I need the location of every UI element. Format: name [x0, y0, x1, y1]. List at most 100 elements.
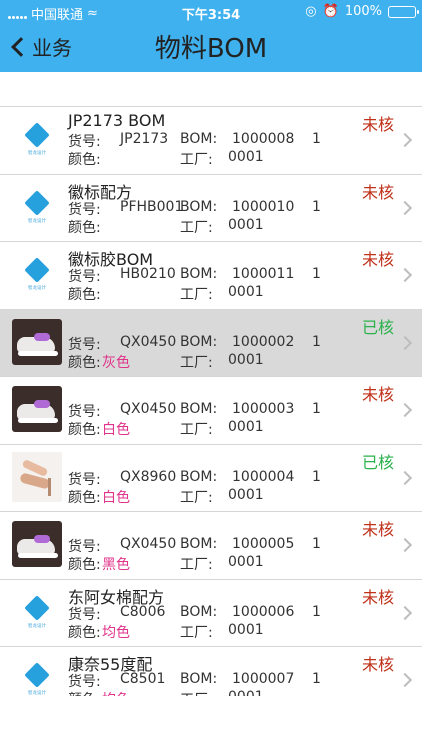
list-item[interactable]: 货号: QX0450 BOM: 1000005 1 颜色: 黑色 工厂: 0001 未核 [0, 512, 422, 580]
item-color-line: 颜色: 工厂: 0001 [68, 217, 368, 236]
item-color: 白色 [102, 489, 130, 506]
code-label: 货号: [68, 471, 101, 488]
item-bom: 1000011 [232, 266, 295, 282]
logo-caption: 智龙设计 [27, 622, 46, 629]
item-qty: 1 [312, 468, 321, 485]
status-badge: 未核 [361, 587, 394, 607]
item-qty: 1 [312, 536, 321, 552]
factory-label: 工厂: [180, 689, 213, 696]
code-label: 货号: [68, 336, 101, 353]
item-bom: 1000005 [232, 536, 295, 552]
page-title: 物料BOM [154, 34, 268, 64]
logo-icon: 智龙设计 [12, 653, 62, 696]
heel-photo [12, 451, 62, 503]
color-label: 颜色: [68, 557, 101, 573]
list-item[interactable]: 货号: QX0450 BOM: 1000002 1 颜色: 灰色 工厂: 0001 已核 [0, 309, 422, 377]
logo-caption: 智龙设计 [27, 690, 46, 696]
item-color: 均色 [102, 689, 130, 696]
item-code: QX0450 [120, 333, 177, 350]
chevron-right-icon [397, 470, 413, 485]
item-factory: 0001 [228, 689, 264, 696]
item-bom: 1000008 [232, 131, 295, 147]
item-color-line: 颜色: 白色 工厂: 0001 [68, 419, 368, 438]
list-item[interactable]: 智龙设计 徽标配方 货号: PFHB001 BOM: 1000010 1 颜色: 工厂: 0001… [0, 174, 422, 242]
color-label: 颜色: [68, 354, 101, 371]
list-item[interactable]: 智龙设计 东阿女棉配方 货号: C8006 BOM: 1000006 1 颜色: 均色 工厂: 00… [0, 579, 422, 647]
list-item[interactable]: 货号: QX8960 BOM: 1000004 1 颜色: 白色 工厂: 0001 已核 [0, 444, 422, 512]
item-code: HB0210 [120, 266, 176, 282]
item-color: 白色 [102, 422, 130, 438]
bom-list[interactable]: 智龙设计 JP2173 BOM 货号: JP2173 BOM: 1000008 1 颜色: 工厂… [0, 106, 422, 696]
sneaker-photo [12, 316, 62, 368]
item-code: PFHB001 [120, 198, 184, 215]
item-code-line: 货号: QX0450 BOM: 1000002 1 [68, 333, 368, 353]
status-badge: 已核 [361, 317, 394, 337]
item-factory: 0001 [228, 554, 264, 570]
bom-label: BOM: [180, 603, 218, 620]
factory-label: 工厂: [180, 287, 213, 303]
bom-label: BOM: [180, 401, 218, 417]
item-color-line: 颜色: 工厂: 0001 [68, 284, 368, 303]
list-item[interactable]: 智龙设计 JP2173 BOM 货号: JP2173 BOM: 1000008 1 颜色: 工厂… [0, 107, 422, 175]
code-label: 货号: [68, 674, 101, 690]
factory-label: 工厂: [180, 219, 213, 236]
factory-label: 工厂: [180, 152, 213, 168]
item-code-line: 货号: C8501 BOM: 1000007 1 [68, 671, 368, 690]
item-code: QX0450 [120, 536, 177, 552]
chevron-right-icon [397, 537, 413, 553]
chevron-right-icon [397, 335, 413, 350]
color-label: 颜色: [68, 624, 101, 641]
chevron-right-icon [397, 402, 413, 418]
chevron-right-icon [397, 200, 413, 215]
item-color-line: 颜色:均色 工厂: 0001 [68, 689, 368, 696]
bom-label: BOM: [180, 536, 218, 552]
item-color-line: 颜色: 白色 工厂: 0001 [68, 486, 368, 506]
factory-label: 工厂: [180, 557, 213, 573]
item-factory: 0001 [228, 351, 264, 368]
color-label: 颜色: [68, 152, 101, 168]
item-bom: 1000003 [232, 401, 295, 417]
factory-label: 工厂: [180, 354, 213, 371]
list-item[interactable]: 货号: QX0450 BOM: 1000003 1 颜色: 白色 工厂: 0001 未核 [0, 377, 422, 445]
logo-caption: 智龙设计 [27, 217, 46, 224]
code-label: 货号: [68, 539, 101, 555]
lock-rotation-icon: ◎ [305, 4, 317, 19]
status-badge: 未核 [361, 655, 394, 674]
item-code-line: 货号: QX0450 BOM: 1000003 1 [68, 401, 368, 420]
sneaker-photo [12, 518, 62, 570]
header-spacer [0, 72, 422, 106]
item-color-line: 颜色: 工厂: 0001 [68, 149, 368, 168]
code-label: 货号: [68, 201, 101, 218]
code-label: 货号: [68, 404, 101, 420]
item-color: 黑色 [102, 557, 130, 573]
item-code: QX8960 [120, 468, 177, 485]
status-badge: 未核 [361, 520, 394, 539]
item-qty: 1 [312, 671, 321, 687]
factory-label: 工厂: [180, 489, 213, 506]
item-code-line: 货号: C8006 BOM: 1000006 1 [68, 603, 368, 623]
item-qty: 1 [312, 266, 321, 282]
item-qty: 1 [312, 333, 321, 350]
item-bom: 1000010 [232, 198, 295, 215]
code-label: 货号: [68, 134, 101, 150]
item-code: JP2173 [120, 131, 169, 147]
code-label: 货号: [68, 269, 101, 285]
logo-caption: 智龙设计 [27, 285, 46, 291]
nav-bar: 业务 物料BOM [0, 24, 422, 72]
item-color: 灰色 [102, 354, 130, 371]
item-qty: 1 [312, 131, 321, 147]
item-code-line: 货号: QX0450 BOM: 1000005 1 [68, 536, 368, 555]
list-item[interactable]: 智龙设计康奈55度配货号:C8501BOM:10000071颜色:均色工厂:00… [0, 647, 422, 696]
bom-label: BOM: [180, 266, 218, 282]
item-code-line: 货号: QX8960 BOM: 1000004 1 [68, 468, 368, 488]
item-code: QX0450 [120, 401, 177, 417]
item-factory: 0001 [228, 486, 264, 503]
status-badge: 未核 [361, 182, 394, 202]
list-item[interactable]: 智龙设计 徽标胶BOM 货号: HB0210 BOM: 1000011 1 颜色: 工厂: 000… [0, 242, 422, 310]
chevron-right-icon [397, 672, 413, 688]
item-name: JP2173 BOM [68, 111, 166, 130]
item-factory: 0001 [228, 621, 264, 638]
item-color-line: 颜色: 灰色 工厂: 0001 [68, 351, 368, 371]
item-bom: 1000007 [232, 671, 295, 687]
factory-label: 工厂: [180, 422, 213, 438]
